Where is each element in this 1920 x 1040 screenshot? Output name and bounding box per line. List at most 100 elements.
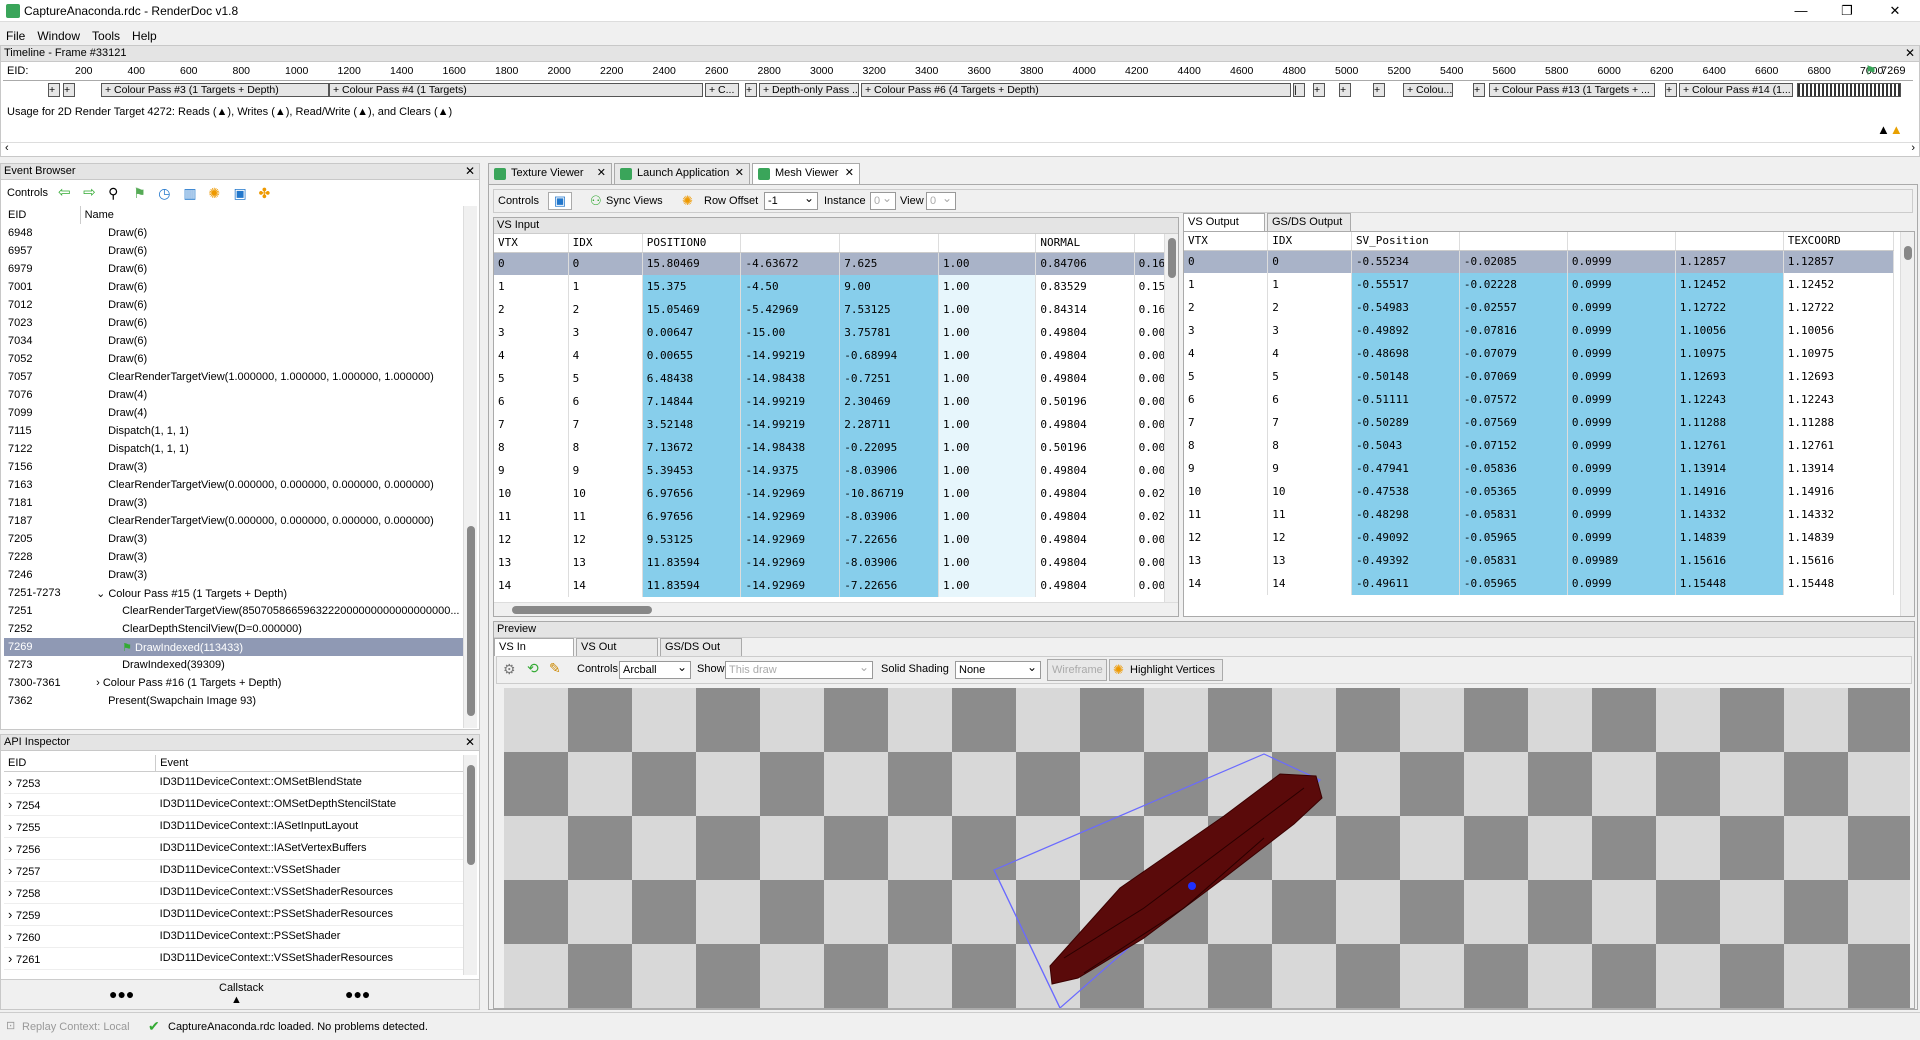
pass-expander[interactable]: + bbox=[1373, 83, 1385, 97]
minimize-button[interactable]: — bbox=[1778, 0, 1824, 22]
event-row[interactable]: 7099 Draw(4) bbox=[4, 404, 464, 422]
column-eid[interactable]: EID bbox=[4, 755, 157, 772]
controls-select[interactable]: Arcball bbox=[619, 659, 691, 679]
event-row[interactable]: 7246 Draw(3) bbox=[4, 566, 464, 584]
event-row[interactable]: 7300-7361 › Colour Pass #16 (1 Targets + … bbox=[4, 674, 464, 692]
pass-expander[interactable]: + bbox=[48, 83, 60, 97]
close-icon[interactable]: ✕ bbox=[1905, 46, 1915, 60]
tab-gs-ds-output[interactable]: GS/DS Output bbox=[1267, 213, 1351, 231]
menu-tools[interactable]: Tools bbox=[86, 27, 126, 45]
column-header[interactable] bbox=[938, 234, 1037, 253]
scroll-thumb[interactable] bbox=[1168, 238, 1176, 278]
pass-colour-13[interactable]: + Colour Pass #13 (1 Targets + ... bbox=[1489, 83, 1655, 97]
pass-colour-3[interactable]: + Colour Pass #3 (1 Targets + Depth) bbox=[101, 83, 329, 97]
event-row[interactable]: 7251-7273 ⌄ Colour Pass #15 (1 Targets + … bbox=[4, 584, 464, 602]
scroll-right-icon[interactable]: › bbox=[1911, 142, 1915, 154]
tab-vs-in[interactable]: VS In bbox=[494, 638, 574, 656]
pass-c[interactable]: + C... bbox=[705, 83, 739, 97]
callstack-label[interactable]: Callstack bbox=[219, 982, 264, 994]
vertex-row[interactable]: 8 8 -0.5043 -0.07152 0.0999 1.12761 1.12761 bbox=[1184, 434, 1895, 457]
instance-input[interactable]: 0 bbox=[870, 190, 896, 210]
menu-file[interactable]: File bbox=[0, 27, 31, 45]
column-header[interactable]: VTX bbox=[494, 234, 569, 253]
column-header[interactable] bbox=[839, 234, 939, 253]
vertex-row[interactable]: 8 8 7.13672 -14.98438 -0.22095 1.00 0.50196 0.0… bbox=[494, 436, 1178, 459]
vs-input-vscrollbar[interactable] bbox=[1164, 234, 1178, 602]
event-row[interactable]: 7252 ClearDepthStencilView(D=0.000000) bbox=[4, 620, 464, 638]
chevron-right-icon[interactable]: › bbox=[8, 929, 16, 944]
close-icon[interactable]: ✕ bbox=[845, 166, 854, 179]
vertex-row[interactable]: 5 5 6.48438 -14.98438 -0.7251 1.00 0.49804 0.00 bbox=[494, 367, 1178, 390]
event-row[interactable]: 7228 Draw(3) bbox=[4, 548, 464, 566]
vertex-row[interactable]: 6 6 -0.51111 -0.07572 0.0999 1.12243 1.12243 bbox=[1184, 388, 1895, 411]
event-row[interactable]: 7269 ⚑ DrawIndexed(113433) bbox=[4, 638, 464, 656]
event-row[interactable]: 7076 Draw(4) bbox=[4, 386, 464, 404]
highlight-vertices-button[interactable]: ✺ Highlight Vertices bbox=[1109, 659, 1223, 681]
vertex-row[interactable]: 7 7 3.52148 -14.99219 2.28711 1.00 0.49804 0.00 bbox=[494, 413, 1178, 436]
pass-expander[interactable]: + bbox=[745, 83, 757, 97]
column-header[interactable]: NORMAL bbox=[1035, 234, 1135, 253]
vertex-row[interactable]: 11 11 6.97656 -14.92969 -8.03906 1.00 0.49804 0… bbox=[494, 505, 1178, 528]
tab-vs-output[interactable]: VS Output bbox=[1183, 213, 1265, 231]
column-header[interactable]: POSITION0 bbox=[642, 234, 742, 253]
pass-colour-14[interactable]: + Colour Pass #14 (1... bbox=[1679, 83, 1793, 97]
menu-help[interactable]: Help bbox=[126, 27, 163, 45]
tab-launch-application[interactable]: Launch Application ✕ bbox=[614, 163, 750, 184]
event-row[interactable]: 7163 ClearRenderTargetView(0.000000, 0.00… bbox=[4, 476, 464, 494]
event-row[interactable]: 7181 Draw(3) bbox=[4, 494, 464, 512]
pass-colou[interactable]: + Colou... bbox=[1403, 83, 1453, 97]
event-row[interactable]: 7023 Draw(6) bbox=[4, 314, 464, 332]
event-row[interactable]: 7362 Present(Swapchain Image 93) bbox=[4, 692, 464, 710]
eid-ruler[interactable]: EID: 200 400 600 800 1000 1200 1400 1600 1800 200… bbox=[3, 63, 1913, 81]
save-icon[interactable]: ▣ bbox=[548, 192, 572, 210]
column-header[interactable]: IDX bbox=[1267, 232, 1352, 251]
show-select[interactable]: This draw bbox=[725, 659, 873, 679]
chevron-right-icon[interactable]: › bbox=[8, 819, 16, 834]
api-row[interactable]: › 7257 ID3D11DeviceContext::VSSetShader bbox=[4, 859, 464, 881]
close-icon[interactable]: ✕ bbox=[465, 164, 475, 178]
stats-icon[interactable]: ▥ bbox=[183, 185, 199, 201]
arrow-right-icon[interactable]: ⇨ bbox=[83, 185, 99, 201]
vertex-row[interactable]: 13 13 -0.49392 -0.05831 0.09989 1.15616 1.1561… bbox=[1184, 549, 1895, 572]
column-eid[interactable]: EID bbox=[4, 206, 81, 224]
event-row[interactable]: 6957 Draw(6) bbox=[4, 242, 464, 260]
vertex-row[interactable]: 6 6 7.14844 -14.99219 2.30469 1.00 0.50196 0.00 bbox=[494, 390, 1178, 413]
event-row[interactable]: 6948 Draw(6) bbox=[4, 224, 464, 242]
column-header[interactable] bbox=[1459, 232, 1568, 251]
mesh-preview-viewport[interactable] bbox=[504, 688, 1910, 1008]
pass-expander[interactable]: + bbox=[1339, 83, 1351, 97]
chevron-right-icon[interactable]: › bbox=[8, 841, 16, 856]
scroll-thumb[interactable] bbox=[1904, 246, 1912, 260]
chevron-right-icon[interactable]: › bbox=[8, 863, 16, 878]
tab-vs-out[interactable]: VS Out bbox=[576, 638, 658, 656]
close-button[interactable]: ✕ bbox=[1872, 0, 1918, 22]
more-icon[interactable]: ●●● bbox=[109, 986, 134, 1002]
column-header[interactable] bbox=[1567, 232, 1676, 251]
api-row[interactable]: › 7254 ID3D11DeviceContext::OMSetDepthSte… bbox=[4, 793, 464, 815]
maximize-button[interactable]: ❐ bbox=[1824, 0, 1870, 22]
view-input[interactable]: 0 bbox=[926, 190, 956, 210]
replay-context[interactable]: Replay Context: Local bbox=[22, 1021, 130, 1033]
event-row[interactable]: 7273 DrawIndexed(39309) bbox=[4, 656, 464, 674]
api-row[interactable]: › 7253 ID3D11DeviceContext::OMSetBlendSta… bbox=[4, 771, 464, 793]
menu-window[interactable]: Window bbox=[31, 27, 86, 45]
vertex-row[interactable]: 12 12 9.53125 -14.92969 -7.22656 1.00 0.49804 0… bbox=[494, 528, 1178, 551]
chevron-right-icon[interactable]: › bbox=[8, 797, 16, 812]
arrow-left-icon[interactable]: ⇦ bbox=[58, 185, 74, 201]
vertex-row[interactable]: 10 10 6.97656 -14.92969 -10.86719 1.00 0.49804… bbox=[494, 482, 1178, 505]
pick-icon[interactable]: ✎ bbox=[549, 660, 561, 677]
scroll-left-icon[interactable]: ‹ bbox=[5, 142, 9, 154]
api-row[interactable]: › 7259 ID3D11DeviceContext::PSSetShaderRe… bbox=[4, 903, 464, 925]
pass-expander[interactable]: + bbox=[63, 83, 75, 97]
reset-icon[interactable]: ⟲ bbox=[527, 660, 539, 677]
api-row[interactable]: › 7260 ID3D11DeviceContext::PSSetShader bbox=[4, 925, 464, 947]
column-header[interactable]: IDX bbox=[568, 234, 643, 253]
timeline-hscrollbar[interactable]: ‹ › bbox=[1, 142, 1919, 156]
vertex-row[interactable]: 14 14 -0.49611 -0.05965 0.0999 1.15448 1.15448 bbox=[1184, 572, 1895, 595]
pass-depth-only[interactable]: + Depth-only Pass ... bbox=[759, 83, 859, 97]
chevron-right-icon[interactable]: › bbox=[8, 885, 16, 900]
column-header[interactable]: TEXCOORD bbox=[1783, 232, 1895, 251]
close-icon[interactable]: ✕ bbox=[465, 735, 475, 749]
event-row[interactable]: 7115 Dispatch(1, 1, 1) bbox=[4, 422, 464, 440]
solid-shading-select[interactable]: None bbox=[955, 659, 1041, 679]
